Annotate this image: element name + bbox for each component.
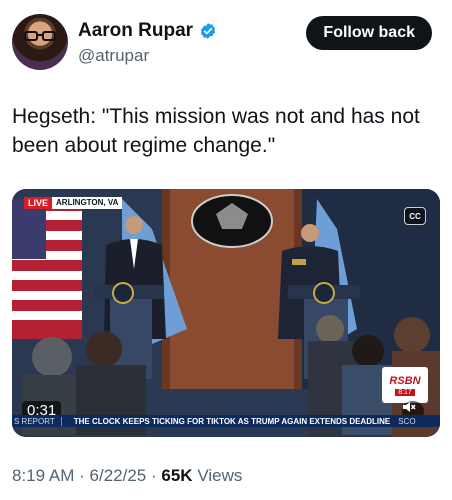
tweet-text: Hegseth: "This mission was not and has n… bbox=[12, 105, 420, 157]
follow-back-button[interactable]: Follow back bbox=[306, 16, 432, 50]
meta-separator: · bbox=[79, 466, 85, 485]
views-count: 65K bbox=[161, 466, 193, 485]
live-badge: LIVE ARLINGTON, VA bbox=[24, 197, 123, 209]
ticker-headline: THE CLOCK KEEPS TICKING FOR TIKTOK AS TR… bbox=[73, 416, 391, 426]
pentagon-seal-icon bbox=[191, 194, 273, 248]
avatar[interactable] bbox=[12, 14, 68, 70]
author-name[interactable]: Aaron Rupar bbox=[78, 20, 193, 42]
views-label: Views bbox=[197, 466, 243, 485]
news-ticker: S REPORT THE CLOCK KEEPS TICKING FOR TIK… bbox=[12, 415, 440, 427]
network-name: RSBN bbox=[389, 374, 421, 387]
speaker-muted-icon bbox=[403, 402, 416, 412]
avatar-glasses-icon bbox=[24, 31, 56, 41]
author-name-row: Aaron Rupar bbox=[78, 20, 217, 42]
video-player[interactable]: LIVE ARLINGTON, VA CC RSBN 8:17 0:31 S R… bbox=[12, 189, 440, 437]
video-frame bbox=[12, 189, 440, 437]
location-label: ARLINGTON, VA bbox=[52, 197, 123, 209]
tweet-date[interactable]: 6/22/25 bbox=[90, 466, 147, 485]
author-handle[interactable]: @atrupar bbox=[78, 46, 149, 66]
meta-separator-2: · bbox=[150, 466, 157, 485]
closed-captions-button[interactable]: CC bbox=[404, 207, 426, 225]
network-clock: 8:17 bbox=[395, 388, 415, 396]
ticker-left-label: S REPORT bbox=[12, 416, 62, 426]
tweet-header: Aaron Rupar @atrupar Follow back bbox=[12, 14, 440, 74]
live-label: LIVE bbox=[24, 197, 53, 209]
us-flag-icon bbox=[12, 199, 82, 339]
ticker-right-label: SCO bbox=[398, 416, 416, 426]
tweet-meta: 8:19 AM · 6/22/25 · 65K Views bbox=[12, 466, 242, 486]
network-logo: RSBN 8:17 bbox=[382, 367, 428, 403]
tweet-time[interactable]: 8:19 AM bbox=[12, 466, 74, 485]
verified-badge-icon bbox=[200, 23, 216, 39]
